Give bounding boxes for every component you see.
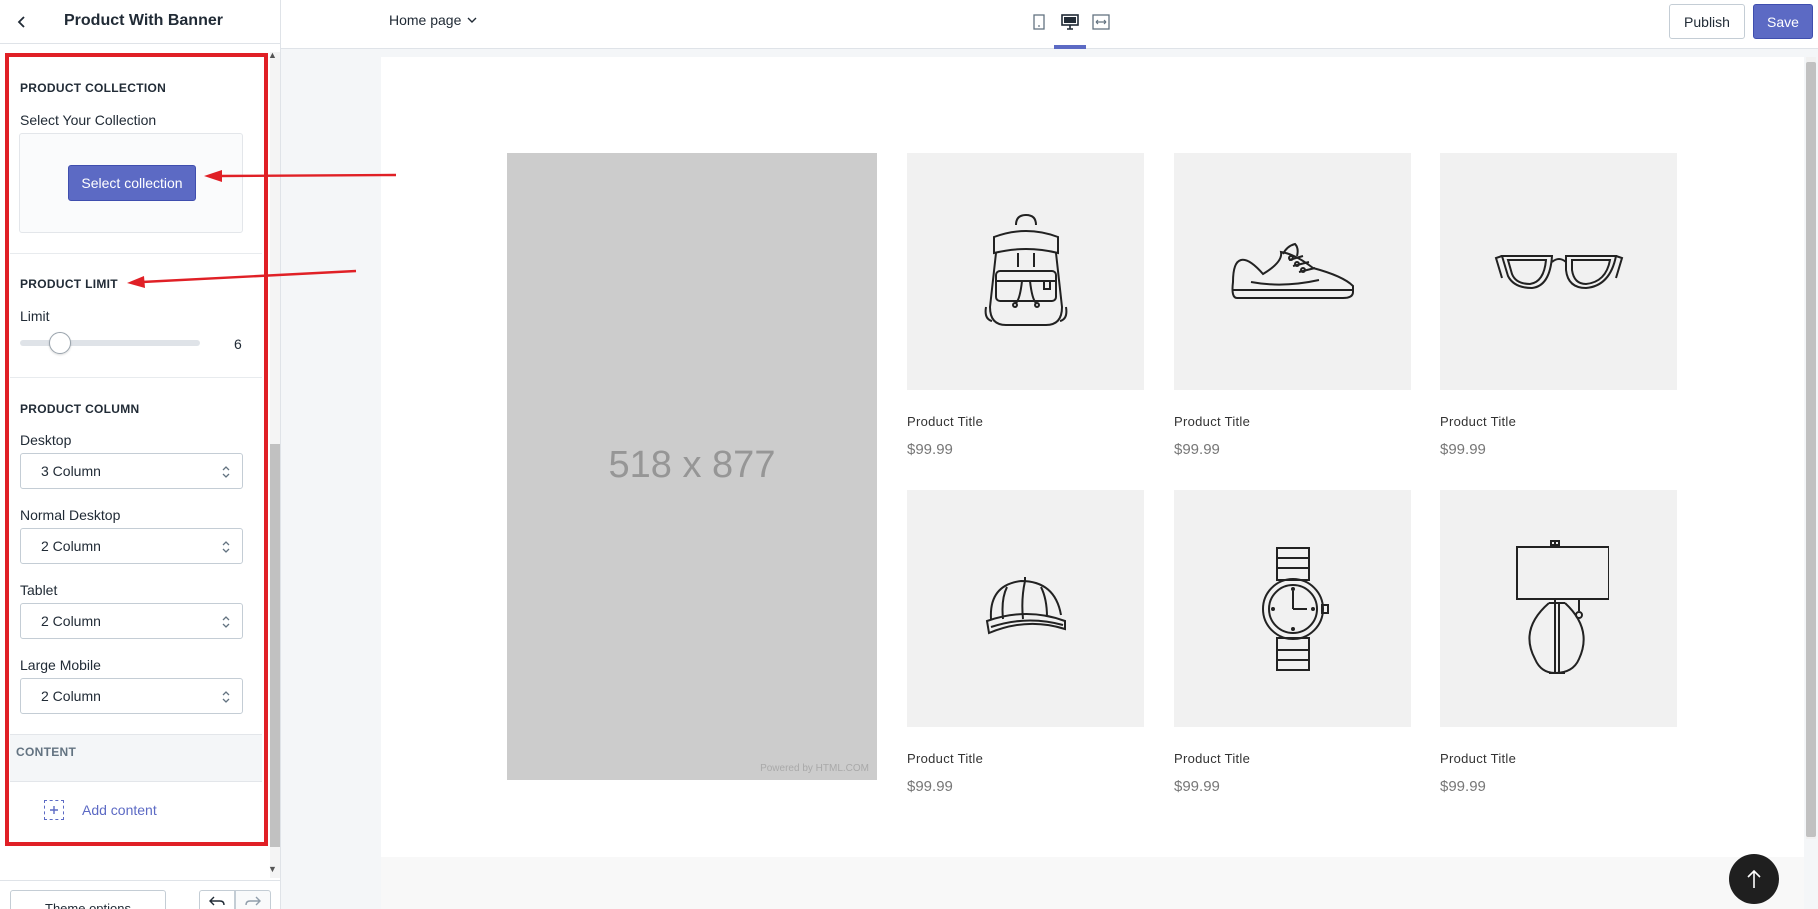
theme-options-button[interactable]: Theme options: [10, 890, 166, 909]
section-title-content: CONTENT: [16, 745, 77, 759]
active-device-indicator: [1054, 45, 1086, 49]
page-selector[interactable]: Home page: [389, 12, 477, 28]
sidebar: Product With Banner ▲ ▼ PRODUCT COLLECTI…: [0, 0, 281, 909]
redo-button[interactable]: [235, 890, 271, 909]
sidebar-title: Product With Banner: [64, 12, 223, 29]
top-bar: [281, 0, 1818, 49]
collection-label: Select Your Collection: [20, 112, 157, 128]
add-content-button[interactable]: Add content: [44, 800, 157, 820]
product-price: $99.99: [907, 441, 953, 458]
product-image[interactable]: [1440, 153, 1677, 390]
product-title[interactable]: Product Title: [1440, 414, 1677, 429]
divider: [10, 377, 262, 378]
product-title[interactable]: Product Title: [907, 751, 1144, 766]
cap-icon: [985, 576, 1066, 634]
select-arrows-icon: [222, 691, 230, 703]
large-mobile-column-select[interactable]: 2 Column: [20, 678, 243, 714]
select-arrows-icon: [222, 541, 230, 553]
sidebar-scrollbar-thumb[interactable]: [270, 444, 280, 847]
sneaker-icon: [1231, 242, 1354, 299]
preview-footer-area: [381, 857, 1804, 909]
large-mobile-column-value: 2 Column: [41, 688, 101, 704]
save-button[interactable]: Save: [1753, 4, 1813, 39]
chevron-down-icon: [467, 17, 477, 23]
add-content-label: Add content: [82, 802, 157, 818]
limit-slider-handle[interactable]: [48, 332, 71, 354]
product-card[interactable]: Product Title $99.99: [907, 153, 1144, 458]
banner-placeholder: 518 x 877 Powered by HTML.COM: [507, 153, 877, 780]
product-price: $99.99: [1440, 441, 1486, 458]
product-title[interactable]: Product Title: [1440, 751, 1677, 766]
normal-desktop-column-select[interactable]: 2 Column: [20, 528, 243, 564]
limit-label: Limit: [20, 308, 50, 324]
product-title[interactable]: Product Title: [1174, 414, 1411, 429]
desktop-label: Desktop: [20, 432, 72, 448]
preview-scrollbar-thumb[interactable]: [1806, 62, 1816, 837]
section-title-column: PRODUCT COLUMN: [20, 402, 140, 416]
normal-desktop-column-value: 2 Column: [41, 538, 101, 554]
select-arrows-icon: [222, 466, 230, 478]
product-image[interactable]: [907, 153, 1144, 390]
watch-icon: [1261, 546, 1329, 671]
undo-button[interactable]: [199, 890, 235, 909]
banner-size-label: 518 x 877: [608, 444, 776, 486]
back-button[interactable]: [12, 12, 32, 32]
large-mobile-label: Large Mobile: [20, 657, 101, 673]
mobile-icon: [1033, 14, 1045, 30]
select-collection-button[interactable]: Select collection: [68, 165, 196, 201]
arrow-up-icon: [1747, 869, 1761, 888]
select-arrows-icon: [222, 616, 230, 628]
product-image[interactable]: [1440, 490, 1677, 727]
fullwidth-icon: [1092, 14, 1110, 30]
product-card[interactable]: Product Title $99.99: [1174, 490, 1411, 795]
section-title-limit: PRODUCT LIMIT: [20, 277, 118, 291]
chevron-left-icon: [17, 16, 25, 28]
lamp-icon: [1515, 539, 1609, 674]
tablet-column-value: 2 Column: [41, 613, 101, 629]
product-title[interactable]: Product Title: [1174, 751, 1411, 766]
page-selector-label: Home page: [389, 12, 462, 28]
glasses-icon: [1494, 254, 1623, 289]
product-image[interactable]: [1174, 490, 1411, 727]
tablet-label: Tablet: [20, 582, 58, 598]
product-card[interactable]: Product Title $99.99: [907, 490, 1144, 795]
limit-slider-track[interactable]: [20, 340, 200, 346]
product-card[interactable]: Product Title $99.99: [1440, 153, 1677, 458]
undo-icon: [209, 896, 225, 906]
sidebar-header: Product With Banner: [0, 0, 280, 44]
normal-desktop-label: Normal Desktop: [20, 507, 121, 523]
desktop-column-select[interactable]: 3 Column: [20, 453, 243, 489]
divider: [10, 253, 262, 254]
product-image[interactable]: [1174, 153, 1411, 390]
product-image[interactable]: [907, 490, 1144, 727]
back-to-top-button[interactable]: [1729, 854, 1779, 904]
limit-value: 6: [234, 336, 242, 352]
section-title-collection: PRODUCT COLLECTION: [20, 81, 167, 95]
product-card[interactable]: Product Title $99.99: [1174, 153, 1411, 458]
scroll-down-icon[interactable]: ▼: [268, 864, 277, 874]
product-title[interactable]: Product Title: [907, 414, 1144, 429]
device-fullwidth-button[interactable]: [1091, 12, 1111, 32]
desktop-column-value: 3 Column: [41, 463, 101, 479]
scroll-up-icon[interactable]: ▲: [268, 50, 277, 60]
product-price: $99.99: [1174, 441, 1220, 458]
product-card[interactable]: Product Title $99.99: [1440, 490, 1677, 795]
backpack-icon: [984, 213, 1067, 326]
product-price: $99.99: [1440, 778, 1486, 795]
redo-icon: [245, 896, 261, 906]
add-block-icon: [44, 800, 64, 820]
tablet-column-select[interactable]: 2 Column: [20, 603, 243, 639]
device-mobile-button[interactable]: [1029, 12, 1049, 32]
banner-powered-by: Powered by HTML.COM: [760, 763, 869, 774]
device-desktop-button[interactable]: [1060, 12, 1080, 32]
product-price: $99.99: [907, 778, 953, 795]
desktop-icon: [1061, 14, 1079, 30]
product-price: $99.99: [1174, 778, 1220, 795]
publish-button[interactable]: Publish: [1669, 4, 1745, 39]
